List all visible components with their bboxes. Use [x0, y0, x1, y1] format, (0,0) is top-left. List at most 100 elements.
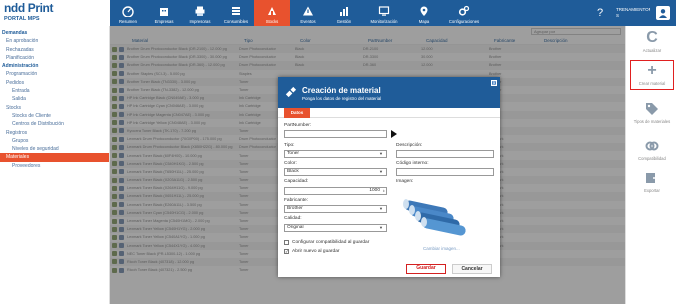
create-material-button[interactable]: + Crear material: [630, 60, 674, 90]
sidebar: Demandas En aprobación Rechazadas Planifica…: [0, 26, 110, 304]
sidebar-item-pedidos[interactable]: Pedidos: [0, 79, 109, 87]
logo-subtitle: PORTAL MPS: [4, 16, 40, 22]
sidebar-item-planificaci-n[interactable]: Planificación: [0, 54, 109, 62]
top-right-area: ? TRENAMIENTOMP S: [590, 0, 676, 26]
link-icon: [644, 138, 660, 154]
imagen-label: Imagen:: [396, 179, 414, 184]
nav-item-mapa[interactable]: Mapa: [406, 0, 442, 26]
toner-cartridges-image: [403, 199, 466, 236]
nav-item-label: Consumibles: [223, 19, 249, 24]
dialog-title: Creación de material: [302, 86, 381, 95]
create-material-dialog: Creación de material Ponga los datos de …: [278, 77, 500, 277]
cancel-button[interactable]: Cancelar: [452, 264, 492, 274]
capacidad-value: 1000: [369, 188, 380, 193]
plus-icon: +: [647, 62, 657, 79]
sidebar-item-proveedores[interactable]: Proveedores: [0, 162, 109, 170]
partnumber-input[interactable]: [284, 130, 387, 138]
codigo-interno-input[interactable]: [396, 168, 494, 176]
material-types-label: Tipos de materiales: [633, 119, 671, 124]
nav-item-label: Configuraciones: [448, 19, 480, 24]
help-icon[interactable]: ?: [590, 7, 610, 19]
stepper-icon[interactable]: ⇕: [382, 188, 385, 194]
material-types-button[interactable]: Tipos de materiales: [629, 101, 675, 124]
nav-item-gesti-n[interactable]: Gestión: [326, 0, 362, 26]
user-name[interactable]: TRENAMIENTOMP S: [616, 0, 650, 26]
tipo-value: Toner: [287, 151, 299, 156]
color-select[interactable]: Black ▼: [284, 168, 387, 176]
tipo-select[interactable]: Toner ▼: [284, 150, 387, 158]
nav-item-consumibles[interactable]: Consumibles: [218, 0, 254, 26]
warning-icon: [302, 5, 314, 17]
sidebar-item-administraci-n[interactable]: Administración: [0, 62, 109, 70]
sidebar-item-en-aprobaci-n[interactable]: En aprobación: [0, 37, 109, 45]
tag-icon: [644, 101, 660, 117]
building-icon: [158, 5, 170, 17]
nav-item-stocks[interactable]: Stocks: [254, 0, 290, 26]
capacidad-input[interactable]: 1000 ⇕: [284, 187, 387, 195]
nav-item-monitorizaci-n[interactable]: Monitorización: [362, 0, 406, 26]
fabricante-value: Brother: [287, 206, 303, 211]
export-icon: [644, 170, 660, 186]
dialog-body: PartNumber: Tipo: Toner ▼ Color: Black ▼…: [278, 118, 500, 277]
nav-item-label: Empresas: [154, 19, 174, 24]
logo-text: ndd Print: [4, 1, 54, 15]
chevron-down-icon: ▼: [379, 169, 383, 174]
close-icon[interactable]: X: [491, 80, 497, 87]
nav-item-configuraciones[interactable]: Configuraciones: [442, 0, 486, 26]
sidebar-item-stocks[interactable]: Stocks: [0, 104, 109, 112]
configure-compatibility-label: Configurar compatibilidad al guardar: [292, 240, 370, 245]
save-button[interactable]: Guardar: [406, 264, 446, 274]
change-image-link[interactable]: Cambiar imagen...: [423, 246, 460, 251]
avatar[interactable]: [656, 6, 670, 20]
nav-item-empresas[interactable]: Empresas: [146, 0, 182, 26]
monitor-icon: [378, 5, 390, 17]
capacidad-label: Capacidad:: [284, 179, 309, 184]
export-button[interactable]: Exportar: [629, 170, 675, 193]
sidebar-item-materiales[interactable]: Materiales: [0, 153, 109, 162]
refresh-button[interactable]: C Actualizar: [629, 29, 675, 53]
descripcion-label: Descripción:: [396, 143, 423, 148]
material-icon: [285, 86, 297, 98]
nav-item-label: Gestión: [336, 19, 352, 24]
sidebar-item-grupos[interactable]: Grupos: [0, 137, 109, 145]
bar-chart-icon: [338, 5, 350, 17]
nav-item-resumen[interactable]: Resumen: [110, 0, 146, 26]
logo[interactable]: ndd Print PORTAL MPS: [0, 0, 110, 26]
nav-item-label: Impresoras: [189, 19, 211, 24]
compatibility-button[interactable]: Compatibilidad: [629, 138, 675, 161]
open-new-checkbox[interactable]: ✓: [284, 249, 289, 254]
create-material-label: Crear material: [638, 81, 666, 86]
sidebar-item-stocks-de-cliente[interactable]: Stocks de Cliente: [0, 112, 109, 120]
fabricante-select[interactable]: Brother ▼: [284, 205, 387, 213]
calidad-label: Calidad:: [284, 216, 302, 221]
dialog-header: Creación de material Ponga los datos de …: [278, 77, 500, 108]
refresh-icon: C: [646, 29, 658, 46]
top-navigation-bar: ndd Print PORTAL MPS Resumen Empresas Impr…: [0, 0, 676, 26]
nav-item-impresoras[interactable]: Impresoras: [182, 0, 218, 26]
action-panel: C Actualizar + Crear material Tipos de m…: [625, 26, 676, 304]
stack-icon: [230, 5, 242, 17]
configure-compatibility-checkbox[interactable]: [284, 240, 289, 245]
fabricante-label: Fabricante:: [284, 198, 308, 203]
sidebar-item-programaci-n[interactable]: Programación: [0, 70, 109, 78]
sidebar-item-niveles-de-seguridad[interactable]: Niveles de seguridad: [0, 145, 109, 153]
dialog-subtitle: Ponga los datos de registro del material: [302, 96, 382, 101]
descripcion-input[interactable]: [396, 150, 494, 158]
sidebar-item-entrada[interactable]: Entrada: [0, 87, 109, 95]
sidebar-item-registros[interactable]: Registros: [0, 129, 109, 137]
gears-icon: [458, 5, 470, 17]
compatibility-label: Compatibilidad: [638, 156, 666, 161]
sidebar-item-rechazadas[interactable]: Rechazadas: [0, 46, 109, 54]
calidad-select[interactable]: Original ▼: [284, 224, 387, 232]
tab-datos[interactable]: Datos: [284, 108, 310, 118]
main-nav: Resumen Empresas Impresoras Consumibles Stoc…: [110, 0, 486, 26]
dialog-tabs: Datos: [278, 108, 500, 118]
speedometer-icon: [122, 5, 134, 17]
nav-item-eventos[interactable]: Eventos: [290, 0, 326, 26]
nav-item-label: Mapa: [418, 19, 430, 24]
arrow-right-icon[interactable]: [391, 130, 397, 138]
color-label: Color:: [284, 161, 297, 166]
sidebar-item-centros-de-distribuci-n[interactable]: Centros de Distribución: [0, 120, 109, 128]
sidebar-item-salida[interactable]: Salida: [0, 95, 109, 103]
sidebar-item-demandas[interactable]: Demandas: [0, 29, 109, 37]
